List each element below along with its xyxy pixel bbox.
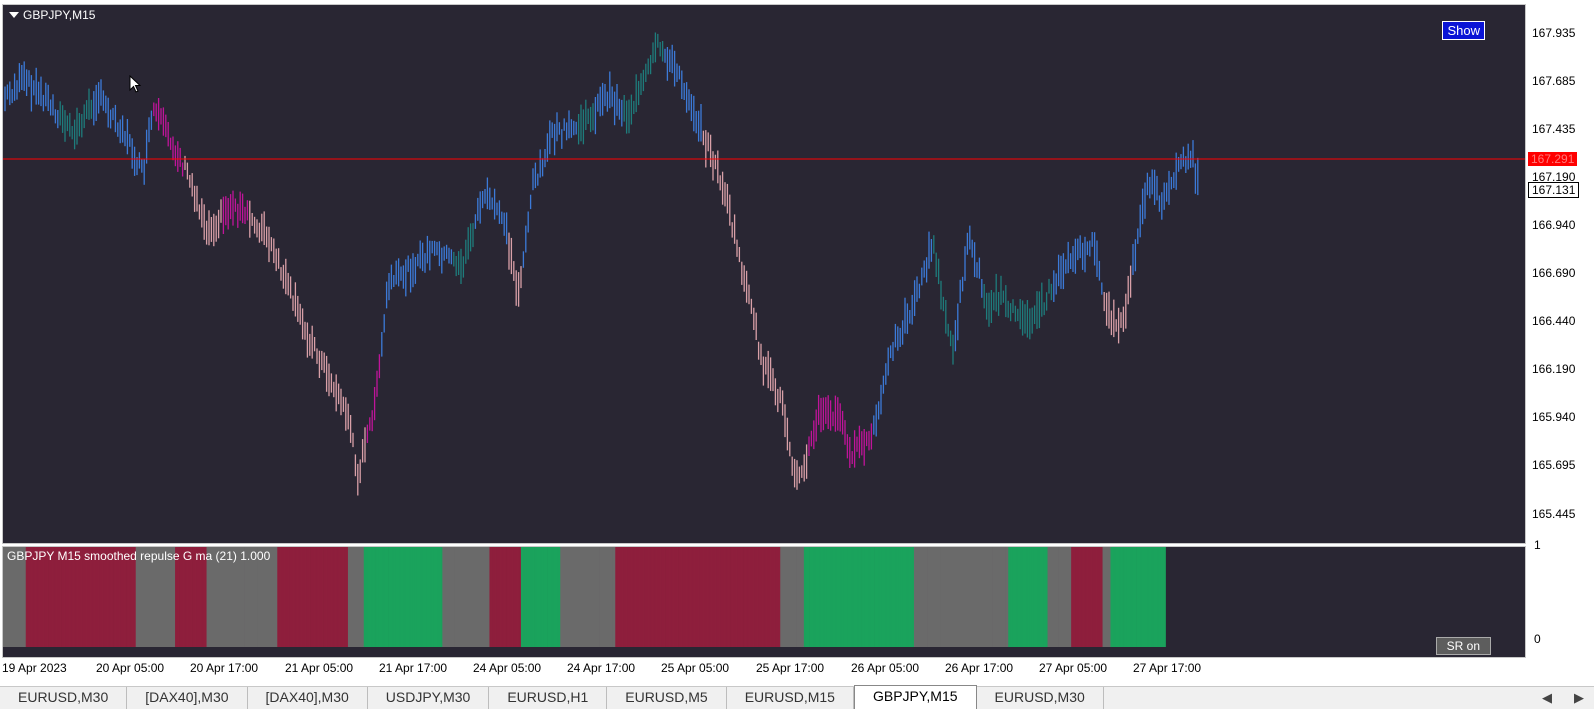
tab-eurusd-m15[interactable]: EURUSD,M15 bbox=[727, 687, 854, 709]
chart-window: GBPJPY,M15 Show 167.935 167.685 167.435 167… bbox=[0, 0, 1594, 686]
tab-prev-icon[interactable]: ◀ bbox=[1542, 690, 1552, 706]
price-chart[interactable]: GBPJPY,M15 Show bbox=[2, 4, 1526, 544]
tab-navigation: ◀ ▶ bbox=[1542, 690, 1584, 706]
tab-eurusd-h1[interactable]: EURUSD,H1 bbox=[489, 687, 608, 709]
price-tick-label: 166.440 bbox=[1532, 314, 1576, 328]
bid-price-tag: 167.131 bbox=[1528, 182, 1580, 198]
indicator-histogram-svg bbox=[3, 547, 1166, 647]
tab-dax40-m30[interactable]: [DAX40],M30 bbox=[248, 687, 368, 709]
tab-dax40-m30[interactable]: [DAX40],M30 bbox=[127, 687, 248, 709]
tab-eurusd-m30[interactable]: EURUSD,M30 bbox=[0, 687, 128, 709]
mouse-cursor-icon bbox=[129, 75, 142, 93]
sr-on-button[interactable]: SR on bbox=[1435, 637, 1491, 655]
price-tick-label: 167.435 bbox=[1532, 122, 1576, 136]
price-tick-label: 166.190 bbox=[1532, 362, 1576, 376]
indicator-scale-bottom: 0 bbox=[1534, 632, 1541, 646]
indicator-title: GBPJPY M15 smoothed repulse G ma (21) 1.… bbox=[7, 549, 271, 563]
indicator-scale: 1 0 bbox=[1526, 538, 1594, 658]
time-tick-label: 24 Apr 17:00 bbox=[567, 661, 636, 675]
tab-eurusd-m30[interactable]: EURUSD,M30 bbox=[977, 687, 1104, 709]
chart-symbol-title[interactable]: GBPJPY,M15 bbox=[9, 8, 95, 22]
chart-symbol-label: GBPJPY,M15 bbox=[23, 8, 96, 22]
indicator-scale-top: 1 bbox=[1534, 538, 1541, 552]
time-tick-label: 26 Apr 17:00 bbox=[945, 661, 1014, 675]
indicator-subwindow[interactable]: GBPJPY M15 smoothed repulse G ma (21) 1.… bbox=[2, 546, 1526, 658]
time-tick-label: 21 Apr 17:00 bbox=[379, 661, 448, 675]
time-scale: 19 Apr 2023 20 Apr 05:00 20 Apr 17:00 21 Ap… bbox=[0, 658, 1526, 682]
time-tick-label: 20 Apr 05:00 bbox=[96, 661, 165, 675]
tab-next-icon[interactable]: ▶ bbox=[1574, 690, 1584, 706]
price-scale[interactable]: 167.935 167.685 167.435 167.190 166.940 166.6… bbox=[1526, 4, 1594, 544]
time-tick-label: 25 Apr 05:00 bbox=[661, 661, 730, 675]
show-button[interactable]: Show bbox=[1442, 21, 1485, 40]
time-tick-label: 26 Apr 05:00 bbox=[851, 661, 920, 675]
tab-eurusd-m5[interactable]: EURUSD,M5 bbox=[607, 687, 727, 709]
time-tick-label: 21 Apr 05:00 bbox=[285, 661, 354, 675]
price-tick-label: 167.935 bbox=[1532, 26, 1576, 40]
price-tick-label: 167.685 bbox=[1532, 74, 1576, 88]
time-tick-label: 27 Apr 17:00 bbox=[1133, 661, 1202, 675]
collapse-triangle-icon[interactable] bbox=[9, 12, 19, 18]
price-bars-svg bbox=[3, 32, 1525, 496]
tab-usdjpy-m30[interactable]: USDJPY,M30 bbox=[368, 687, 490, 709]
tab-gbpjpy-m15[interactable]: GBPJPY,M15 bbox=[853, 685, 977, 709]
current-price-tag: 167.291 bbox=[1528, 152, 1578, 166]
chart-tabs-bar: EURUSD,M30 [DAX40],M30 [DAX40],M30 USDJPY,M… bbox=[0, 685, 1594, 709]
price-tick-label: 165.940 bbox=[1532, 410, 1576, 424]
price-tick-label: 165.695 bbox=[1532, 458, 1576, 472]
time-tick-label: 24 Apr 05:00 bbox=[473, 661, 542, 675]
price-tick-label: 166.690 bbox=[1532, 266, 1576, 280]
price-tick-label: 166.940 bbox=[1532, 218, 1576, 232]
time-tick-label: 25 Apr 17:00 bbox=[756, 661, 825, 675]
price-tick-label: 165.445 bbox=[1532, 507, 1576, 521]
time-tick-label: 27 Apr 05:00 bbox=[1039, 661, 1108, 675]
time-tick-label: 20 Apr 17:00 bbox=[190, 661, 259, 675]
time-tick-label: 19 Apr 2023 bbox=[2, 661, 67, 675]
